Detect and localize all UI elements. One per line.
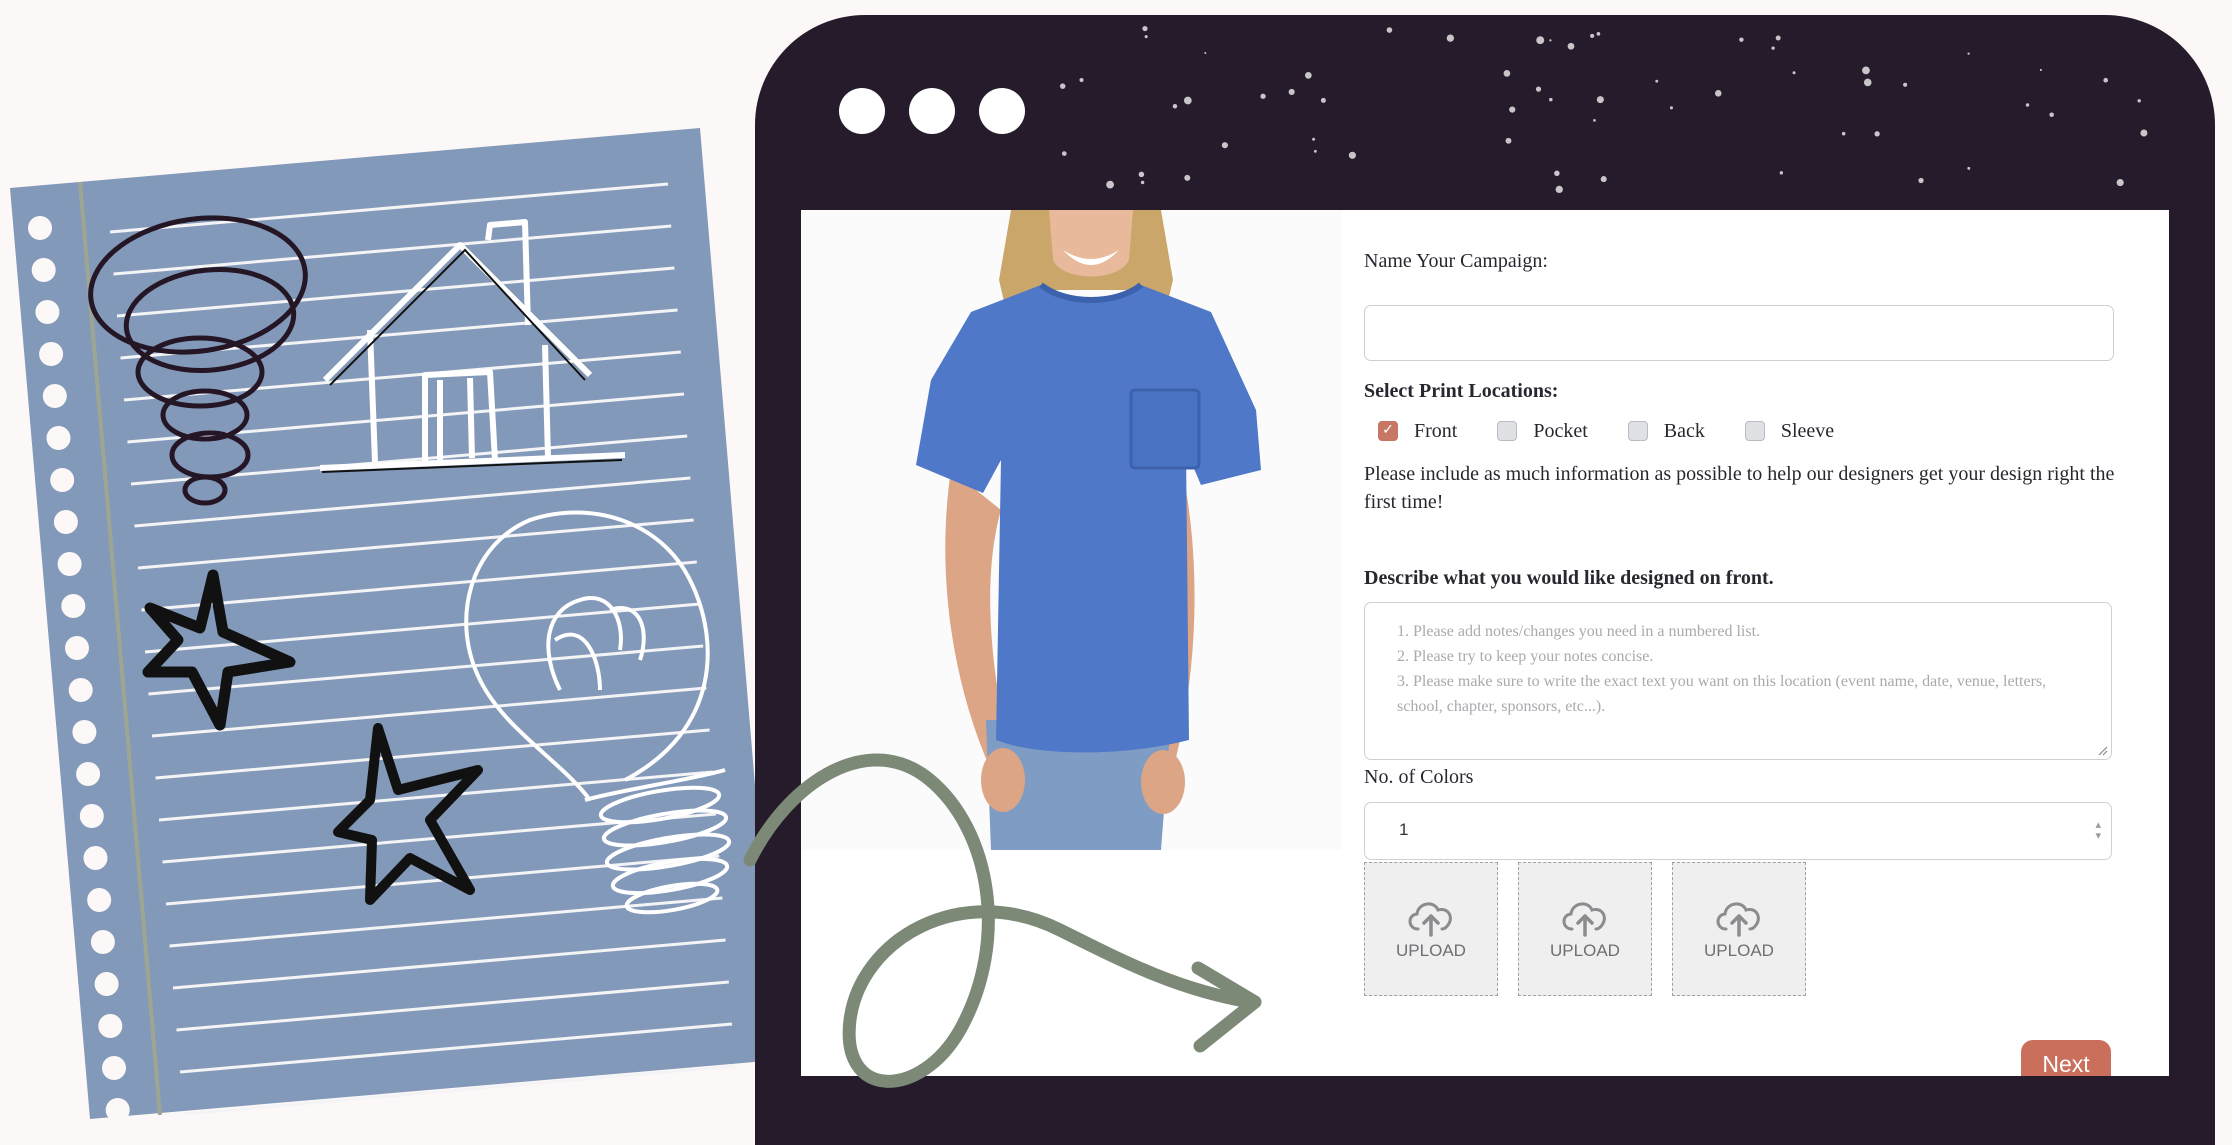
colors-label: No. of Colors: [1364, 766, 1474, 788]
spinner-arrows-icon[interactable]: ▴ ▾: [2095, 819, 2101, 841]
placeholder-line: 1. Please add notes/changes you need in …: [1397, 623, 1761, 640]
notebook-sketch-icon: [10, 128, 778, 1119]
upload-cloud-icon: [1716, 902, 1760, 937]
campaign-name-input[interactable]: [1364, 305, 2114, 361]
checkbox-pocket[interactable]: [1497, 421, 1518, 441]
checkbox-back[interactable]: [1627, 421, 1648, 441]
resize-handle-icon[interactable]: [2098, 746, 2108, 756]
notebook-illustration: [0, 0, 800, 1119]
window-dot[interactable]: [839, 88, 885, 134]
next-button[interactable]: Next: [2021, 1040, 2111, 1076]
campaign-name-label: Name Your Campaign:: [1364, 250, 1548, 272]
location-back[interactable]: Back: [1627, 419, 1705, 443]
location-sleeve[interactable]: Sleeve: [1744, 419, 1835, 443]
upload-button[interactable]: UPLOAD: [1518, 862, 1652, 996]
window-dot[interactable]: [979, 88, 1025, 134]
colors-select[interactable]: 1 ▴ ▾: [1364, 802, 2112, 860]
upload-cloud-icon: [1408, 902, 1452, 937]
placeholder-line: 3. Please make sure to write the exact t…: [1397, 673, 2047, 715]
print-locations-label: Select Print Locations:: [1364, 380, 1559, 402]
colors-value: 1: [1399, 820, 1409, 839]
campaign-form: Name Your Campaign: Select Print Locatio…: [1364, 210, 2144, 1076]
upload-button[interactable]: UPLOAD: [1672, 862, 1806, 996]
placeholder-line: 2. Please try to keep your notes concise…: [1397, 648, 1654, 665]
help-text: Please include as much information as po…: [1364, 463, 2115, 513]
upload-label: UPLOAD: [1550, 941, 1620, 960]
upload-cloud-icon: [1562, 902, 1606, 937]
location-sleeve-label: Sleeve: [1780, 419, 1835, 442]
location-front-label: Front: [1414, 419, 1458, 442]
location-pocket-label: Pocket: [1533, 419, 1588, 442]
describe-textarea[interactable]: 1. Please add notes/changes you need in …: [1364, 602, 2112, 760]
upload-label: UPLOAD: [1396, 941, 1466, 960]
checkbox-front[interactable]: ✓: [1378, 421, 1398, 441]
location-back-label: Back: [1663, 419, 1705, 442]
window-dot[interactable]: [909, 88, 955, 134]
location-pocket[interactable]: Pocket: [1497, 419, 1588, 443]
upload-label: UPLOAD: [1704, 941, 1774, 960]
location-front[interactable]: ✓ Front: [1378, 420, 1457, 443]
speckle-texture: [1059, 25, 2148, 194]
checkbox-sleeve[interactable]: [1744, 421, 1765, 441]
curly-arrow-icon: [743, 753, 1262, 1088]
print-locations-group: ✓ Front Pocket Back Sleeve: [1378, 416, 1874, 446]
upload-button[interactable]: UPLOAD: [1364, 862, 1498, 996]
describe-label: Describe what you would like designed on…: [1364, 567, 1774, 589]
